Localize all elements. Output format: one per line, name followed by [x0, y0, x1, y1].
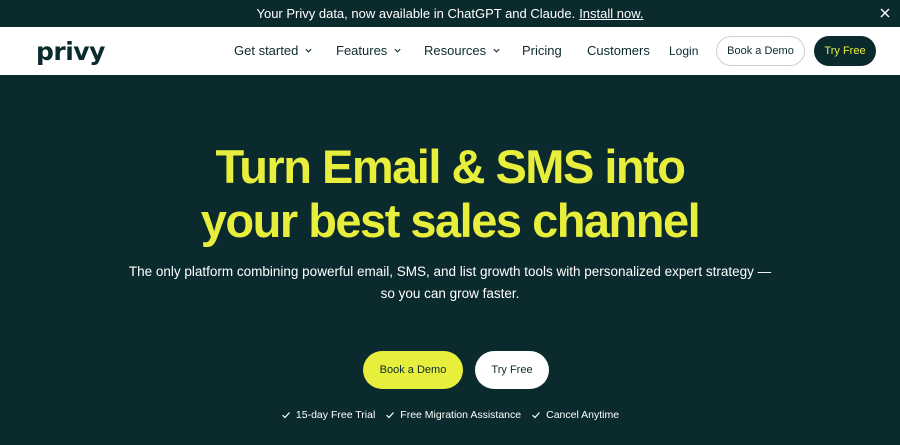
- checkmark-icon: [532, 412, 541, 419]
- announcement-text: Your Privy data, now available in ChatGP…: [256, 6, 576, 21]
- hero-headline-line1: Turn Email & SMS into: [215, 140, 686, 193]
- hero-headline-line2: your best sales channel: [200, 194, 701, 247]
- privy-logo[interactable]: privy: [36, 37, 105, 66]
- hero-subtitle-line1: The only platform combining powerful ema…: [128, 264, 772, 279]
- feature-item: Cancel Anytime: [531, 409, 619, 421]
- nav-customers-label: Customers: [587, 43, 650, 58]
- main-nav: privy Get started Features Resources Pri…: [0, 27, 900, 75]
- announcement-bar: Your Privy data, now available in ChatGP…: [0, 0, 900, 27]
- chevron-down-icon: [394, 48, 401, 53]
- nav-resources[interactable]: Resources: [424, 43, 501, 58]
- close-icon[interactable]: [878, 6, 892, 20]
- try-free-button-nav[interactable]: Try Free: [814, 36, 876, 66]
- nav-pricing[interactable]: Pricing: [522, 43, 562, 58]
- install-now-link[interactable]: Install now.: [579, 6, 643, 21]
- feature-item: Free Migration Assistance: [385, 409, 521, 421]
- feature-label: 15-day Free Trial: [295, 409, 376, 421]
- checkmark-icon: [282, 412, 290, 419]
- chevron-down-icon: [493, 48, 500, 53]
- feature-list: 15-day Free Trial Free Migration Assista…: [0, 409, 900, 421]
- nav-pricing-label: Pricing: [522, 43, 562, 58]
- checkmark-icon: [386, 412, 395, 419]
- nav-resources-label: Resources: [424, 43, 487, 58]
- feature-item: 15-day Free Trial: [281, 409, 375, 421]
- try-free-button-hero[interactable]: Try Free: [475, 351, 549, 389]
- hero-section: Turn Email & SMS into your best sales ch…: [0, 75, 900, 445]
- chevron-down-icon: [305, 48, 312, 53]
- book-demo-button-nav[interactable]: Book a Demo: [716, 36, 805, 66]
- feature-label: Cancel Anytime: [546, 409, 620, 421]
- nav-get-started-label: Get started: [234, 43, 299, 58]
- nav-features[interactable]: Features: [336, 43, 402, 58]
- login-link[interactable]: Login: [669, 44, 698, 58]
- book-demo-button-hero[interactable]: Book a Demo: [363, 351, 463, 389]
- hero-subtitle-line2: so you can grow faster.: [380, 286, 520, 301]
- feature-label: Free Migration Assistance: [400, 409, 522, 421]
- nav-customers[interactable]: Customers: [587, 43, 650, 58]
- nav-get-started[interactable]: Get started: [234, 43, 313, 58]
- nav-features-label: Features: [336, 43, 388, 58]
